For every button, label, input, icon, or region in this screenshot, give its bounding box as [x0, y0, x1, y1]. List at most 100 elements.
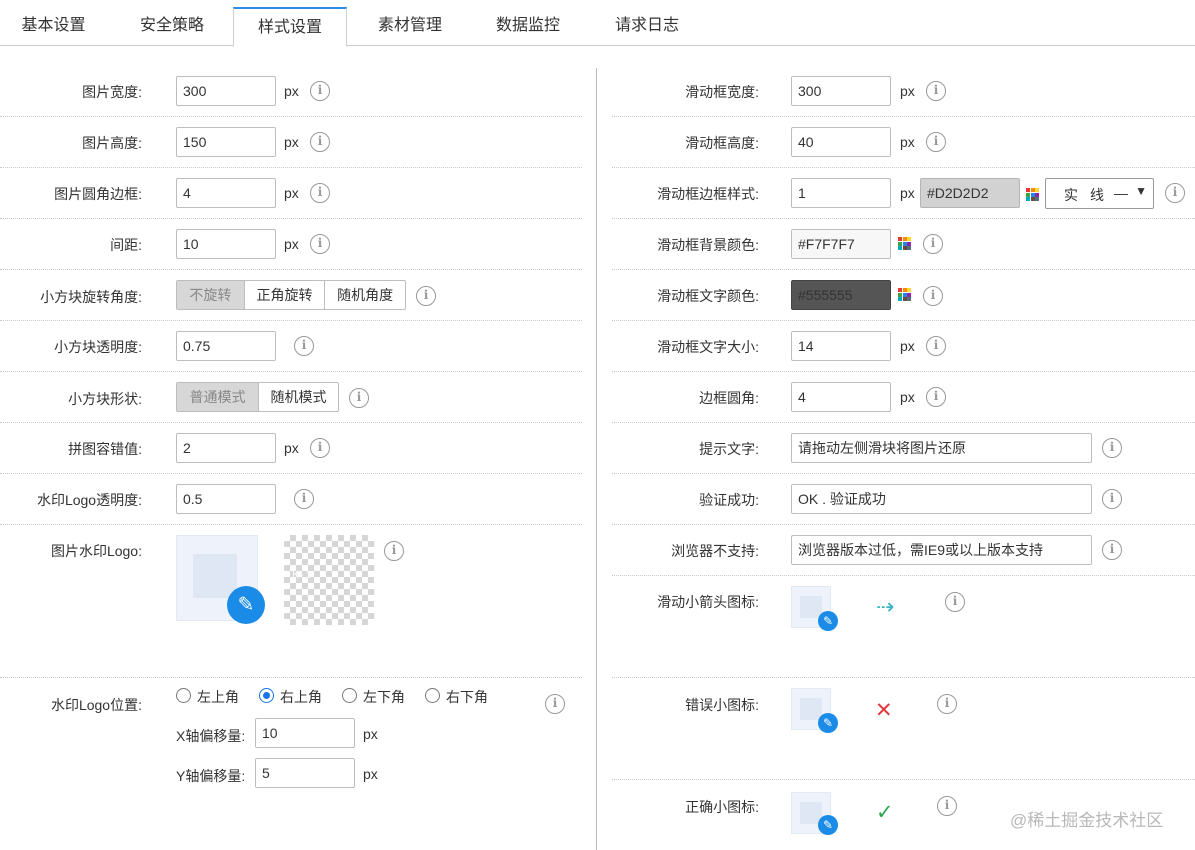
slider-font-size-label: 滑动框文字大小:: [657, 339, 759, 355]
tab-data-monitor[interactable]: 数据监控: [473, 7, 583, 46]
info-icon[interactable]: i: [945, 592, 965, 612]
logo-image-label: 图片水印Logo:: [50, 543, 142, 559]
y-offset-label: Y轴偏移量:: [176, 768, 246, 784]
info-icon[interactable]: i: [923, 286, 943, 306]
tab-style-settings[interactable]: 样式设置: [233, 7, 347, 47]
info-icon[interactable]: i: [937, 796, 957, 816]
radio-top-left[interactable]: [176, 688, 191, 703]
rotation-option-right-angle[interactable]: 正角旋转: [243, 281, 325, 309]
success-text-input[interactable]: [791, 484, 1092, 514]
hint-text-input[interactable]: [791, 433, 1092, 463]
slider-height-input[interactable]: [791, 127, 891, 157]
logo-opacity-input[interactable]: [176, 484, 276, 514]
info-icon[interactable]: i: [926, 387, 946, 407]
info-icon[interactable]: i: [416, 286, 436, 306]
border-radius-label: 边框圆角:: [699, 390, 759, 406]
tab-request-log[interactable]: 请求日志: [592, 7, 702, 46]
edit-pencil-icon[interactable]: ✎: [818, 815, 838, 835]
shape-label: 小方块形状:: [68, 391, 142, 407]
tab-asset-management[interactable]: 素材管理: [355, 7, 465, 46]
spacing-input[interactable]: [176, 229, 276, 259]
border-style-select[interactable]: 实线 — ▼: [1045, 178, 1154, 209]
edit-pencil-icon[interactable]: ✎: [818, 713, 838, 733]
info-icon[interactable]: i: [294, 336, 314, 356]
shape-button-group: 普通模式 随机模式: [176, 382, 339, 412]
row-success-text: 验证成功: i: [612, 474, 1195, 525]
color-palette-icon[interactable]: [898, 288, 911, 301]
spacing-label: 间距:: [110, 237, 142, 253]
shape-option-random[interactable]: 随机模式: [258, 383, 338, 411]
row-slider-font-size: 滑动框文字大小: px i: [612, 321, 1195, 372]
border-radius-input[interactable]: [791, 382, 891, 412]
success-icon-label: 正确小图标:: [685, 799, 759, 815]
image-radius-label: 图片圆角边框:: [54, 186, 142, 202]
image-height-input[interactable]: [176, 127, 276, 157]
x-offset-unit: px: [363, 726, 378, 742]
rotation-option-random[interactable]: 随机角度: [324, 281, 405, 309]
color-palette-icon[interactable]: [1026, 188, 1039, 201]
edit-pencil-icon[interactable]: ✎: [818, 611, 838, 631]
info-icon[interactable]: i: [310, 81, 330, 101]
info-icon[interactable]: i: [1102, 489, 1122, 509]
hint-text-label: 提示文字:: [699, 441, 759, 457]
slider-border-color-input[interactable]: [920, 178, 1020, 208]
slider-text-color-input[interactable]: [791, 280, 891, 310]
tolerance-input[interactable]: [176, 433, 276, 463]
radio-bottom-left[interactable]: [342, 688, 357, 703]
row-shape: 小方块形状: 普通模式 随机模式 i: [0, 372, 582, 423]
info-icon[interactable]: i: [349, 388, 369, 408]
error-icon-preview: ✕: [875, 699, 893, 722]
radio-top-left-label: 左上角: [197, 689, 239, 705]
tab-basic-settings[interactable]: 基本设置: [0, 7, 107, 46]
info-icon[interactable]: i: [1165, 183, 1185, 203]
row-logo-image: 图片水印Logo: ✎ K-1 i: [0, 525, 582, 678]
unsupported-text-input[interactable]: [791, 535, 1092, 565]
radio-bottom-right[interactable]: [425, 688, 440, 703]
image-width-input[interactable]: [176, 76, 276, 106]
info-icon[interactable]: i: [926, 81, 946, 101]
slider-width-input[interactable]: [791, 76, 891, 106]
y-offset-input[interactable]: [255, 758, 355, 788]
row-arrow-icon: 滑动小箭头图标: ✎ ⇢ i: [612, 576, 1195, 678]
slider-font-size-unit: px: [900, 338, 915, 354]
slider-width-label: 滑动框宽度:: [685, 84, 759, 100]
radio-top-right[interactable]: [259, 688, 274, 703]
opacity-input[interactable]: [176, 331, 276, 361]
image-height-label: 图片高度:: [82, 135, 142, 151]
info-icon[interactable]: i: [1102, 438, 1122, 458]
slider-border-label: 滑动框边框样式:: [657, 186, 759, 202]
edit-pencil-icon[interactable]: ✎: [227, 586, 265, 624]
shape-option-normal[interactable]: 普通模式: [177, 383, 258, 411]
info-icon[interactable]: i: [1102, 540, 1122, 560]
info-icon[interactable]: i: [310, 234, 330, 254]
unsupported-text-label: 浏览器不支持:: [671, 543, 759, 559]
slider-border-unit: px: [900, 185, 915, 201]
border-style-select-line: —: [1114, 185, 1128, 201]
info-icon[interactable]: i: [923, 234, 943, 254]
opacity-label: 小方块透明度:: [54, 339, 142, 355]
tab-security-policy[interactable]: 安全策略: [117, 7, 227, 46]
rotation-option-none[interactable]: 不旋转: [177, 281, 244, 309]
slider-bg-color-input[interactable]: [791, 229, 891, 259]
info-icon[interactable]: i: [310, 183, 330, 203]
slider-font-size-input[interactable]: [791, 331, 891, 361]
info-icon[interactable]: i: [310, 438, 330, 458]
radio-top-right-label: 右上角: [280, 689, 322, 705]
color-palette-icon[interactable]: [898, 237, 911, 250]
row-logo-position: 水印Logo位置: 左上角 右上角 左下角 右下角 i X轴偏移量: px Y轴…: [0, 678, 582, 850]
info-icon[interactable]: i: [294, 489, 314, 509]
row-error-icon: 错误小图标: ✎ ✕ i: [612, 678, 1195, 780]
row-rotation: 小方块旋转角度: 不旋转 正角旋转 随机角度 i: [0, 270, 582, 321]
x-offset-input[interactable]: [255, 718, 355, 748]
image-radius-input[interactable]: [176, 178, 276, 208]
info-icon[interactable]: i: [926, 132, 946, 152]
info-icon[interactable]: i: [384, 541, 404, 561]
info-icon[interactable]: i: [545, 694, 565, 714]
info-icon[interactable]: i: [926, 336, 946, 356]
slider-height-label: 滑动框高度:: [685, 135, 759, 151]
row-spacing: 间距: px i: [0, 219, 582, 270]
slider-border-width-input[interactable]: [791, 178, 891, 208]
info-icon[interactable]: i: [310, 132, 330, 152]
info-icon[interactable]: i: [937, 694, 957, 714]
tolerance-label: 拼图容错值:: [68, 441, 142, 457]
